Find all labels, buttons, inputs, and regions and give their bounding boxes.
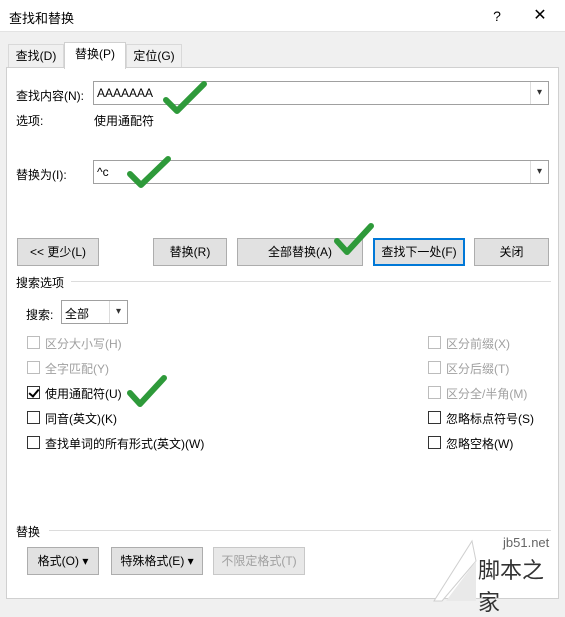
format-button[interactable]: 格式(O) ▾ — [27, 547, 99, 575]
match-suffix-checkbox[interactable] — [428, 361, 441, 374]
all-word-forms-checkbox[interactable] — [27, 436, 40, 449]
find-next-button[interactable]: 查找下一处(F) — [373, 238, 465, 266]
green-check-icon — [334, 223, 374, 255]
replace-with-value[interactable]: ^c — [97, 165, 109, 179]
window-title: 查找和替换 — [9, 11, 75, 26]
paper-fold-logo-icon — [433, 539, 477, 602]
sounds-like-label: 同音(英文)(K) — [45, 412, 117, 426]
use-wildcards-label: 使用通配符(U) — [45, 387, 122, 401]
watermark-site: jb51.net — [503, 535, 550, 550]
search-direction-select[interactable]: 全部 ▾ — [61, 300, 128, 324]
match-suffix-label: 区分后缀(T) — [446, 362, 510, 376]
tab-replace[interactable]: 替换(P) — [64, 42, 126, 69]
green-check-icon — [127, 156, 171, 188]
sounds-like-checkbox[interactable] — [27, 411, 40, 424]
ignore-whitespace-label: 忽略空格(W) — [446, 437, 514, 451]
search-options-group-label: 搜索选项 — [16, 276, 65, 290]
watermark-brand: 脚本之家 — [478, 559, 545, 616]
chevron-down-icon[interactable]: ▾ — [530, 82, 548, 104]
replace-button[interactable]: 替换(R) — [153, 238, 227, 266]
match-width-label: 区分全/半角(M) — [446, 387, 528, 401]
ignore-punctuation-label: 忽略标点符号(S) — [446, 412, 534, 426]
no-formatting-button[interactable]: 不限定格式(T) — [213, 547, 305, 575]
tab-goto[interactable]: 定位(G) — [126, 44, 182, 68]
match-case-label: 区分大小写(H) — [45, 337, 122, 351]
special-format-button[interactable]: 特殊格式(E) ▾ — [111, 547, 203, 575]
green-check-icon — [127, 375, 167, 407]
options-value: 使用通配符 — [94, 114, 155, 128]
title-bar: 查找和替换 ? ✕ — [0, 0, 565, 32]
match-prefix-label: 区分前缀(X) — [446, 337, 510, 351]
watermark: jb51.net 脚本之家 — [432, 535, 565, 616]
find-what-value[interactable]: AAAAAAA — [97, 86, 153, 100]
divider — [71, 281, 551, 282]
close-window-button[interactable]: ✕ — [528, 5, 552, 27]
ignore-punctuation-checkbox[interactable] — [428, 411, 441, 424]
match-case-checkbox[interactable] — [27, 336, 40, 349]
find-what-combo[interactable]: AAAAAAA ▾ — [93, 81, 549, 105]
ignore-whitespace-checkbox[interactable] — [428, 436, 441, 449]
replace-with-label: 替换为(I): — [16, 168, 67, 182]
chevron-down-icon[interactable]: ▾ — [109, 301, 127, 323]
replace-panel: 查找内容(N): AAAAAAA ▾ 选项: 使用通配符 替换为(I): ^c … — [6, 67, 559, 599]
search-label: 搜索: — [26, 308, 54, 322]
whole-word-label: 全字匹配(Y) — [45, 362, 109, 376]
green-check-icon — [163, 81, 207, 114]
chevron-down-icon[interactable]: ▾ — [530, 161, 548, 183]
match-width-checkbox[interactable] — [428, 386, 441, 399]
replace-group-label: 替换 — [16, 525, 41, 539]
search-direction-value[interactable]: 全部 — [65, 305, 89, 322]
tab-find[interactable]: 查找(D) — [8, 44, 64, 68]
match-prefix-checkbox[interactable] — [428, 336, 441, 349]
all-word-forms-label: 查找单词的所有形式(英文)(W) — [45, 437, 205, 451]
help-button[interactable]: ? — [485, 5, 509, 27]
find-what-label: 查找内容(N): — [16, 89, 84, 103]
divider — [49, 530, 551, 531]
whole-word-checkbox[interactable] — [27, 361, 40, 374]
use-wildcards-checkbox[interactable] — [27, 386, 40, 399]
options-label: 选项: — [16, 114, 44, 128]
close-button[interactable]: 关闭 — [474, 238, 549, 266]
less-button[interactable]: << 更少(L) — [17, 238, 99, 266]
